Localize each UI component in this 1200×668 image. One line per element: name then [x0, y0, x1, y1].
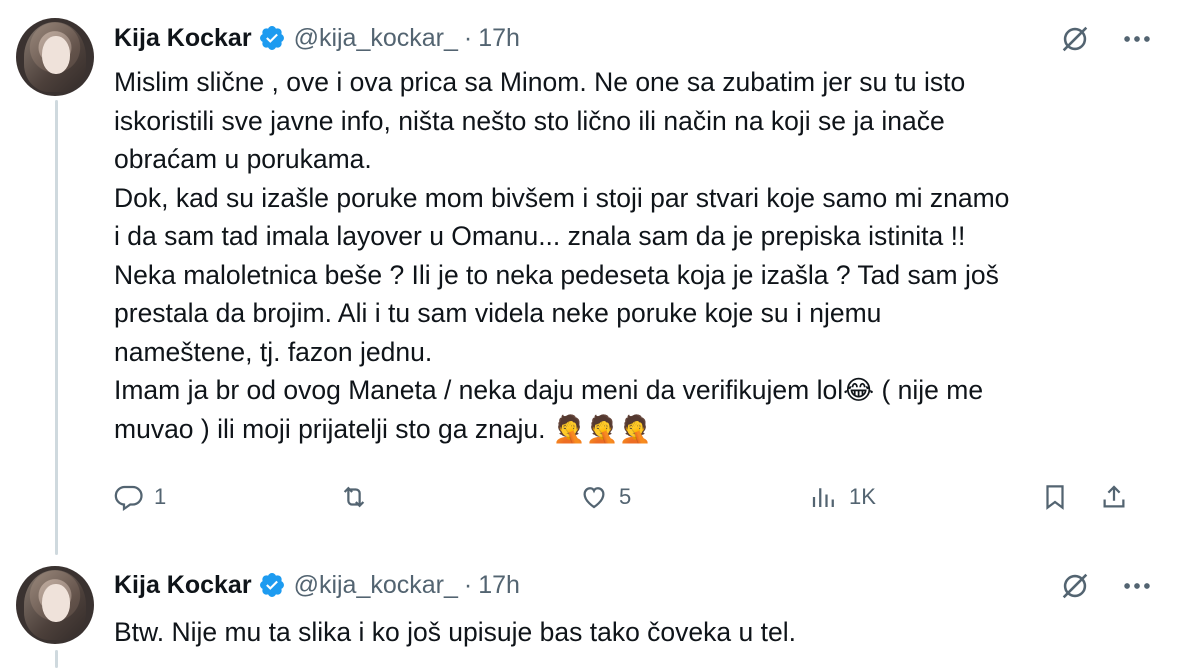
bookmark-icon: [1046, 485, 1064, 510]
timestamp[interactable]: 17h: [478, 571, 520, 600]
reply-count: 1: [154, 484, 167, 509]
bookmark-button[interactable]: [1040, 482, 1070, 512]
tweet-header: Kija Kockar @kija_kockar_ · 17h: [114, 20, 520, 56]
tweet-actions: 1 5 1K: [114, 482, 1144, 518]
separator-dot: ·: [463, 570, 473, 599]
like-button[interactable]: 5: [579, 482, 631, 512]
avatar[interactable]: [16, 566, 94, 644]
avatar[interactable]: [16, 18, 94, 96]
author-handle[interactable]: @kija_kockar_: [294, 571, 458, 600]
author-handle[interactable]: @kija_kockar_: [294, 24, 458, 53]
more-icon[interactable]: [1120, 569, 1154, 603]
retweet-icon: [343, 486, 365, 508]
verified-badge-icon: [259, 573, 284, 597]
grok-icon[interactable]: [1058, 569, 1092, 603]
grok-icon[interactable]: [1058, 22, 1092, 56]
thread-connector-line-bottom: [55, 650, 58, 668]
verified-badge-icon: [259, 26, 284, 50]
tweet-top-actions: [1058, 569, 1154, 603]
reply-icon: [114, 485, 143, 512]
tweet-text: Btw. Nije mu ta slika i ko još upisuje b…: [114, 617, 796, 647]
like-icon: [583, 487, 605, 509]
share-icon: [1103, 485, 1125, 508]
views-button[interactable]: 1K: [809, 482, 876, 512]
views-count: 1K: [849, 484, 876, 509]
like-count: 5: [619, 484, 632, 509]
author-name[interactable]: Kija Kockar: [114, 24, 252, 53]
reply-button[interactable]: 1: [114, 482, 166, 512]
tweet-text: Mislim slične , ove i ova prica sa Minom…: [114, 67, 1010, 444]
tweet-header: Kija Kockar @kija_kockar_ · 17h: [114, 567, 520, 603]
share-button[interactable]: [1099, 482, 1129, 512]
tweet-top-actions: [1058, 22, 1154, 56]
thread-connector-line: [55, 100, 58, 555]
views-icon: [812, 488, 834, 507]
author-name[interactable]: Kija Kockar: [114, 571, 252, 600]
retweet-button[interactable]: [339, 482, 379, 512]
more-icon[interactable]: [1120, 22, 1154, 56]
timestamp[interactable]: 17h: [478, 24, 520, 53]
separator-dot: ·: [463, 23, 473, 52]
